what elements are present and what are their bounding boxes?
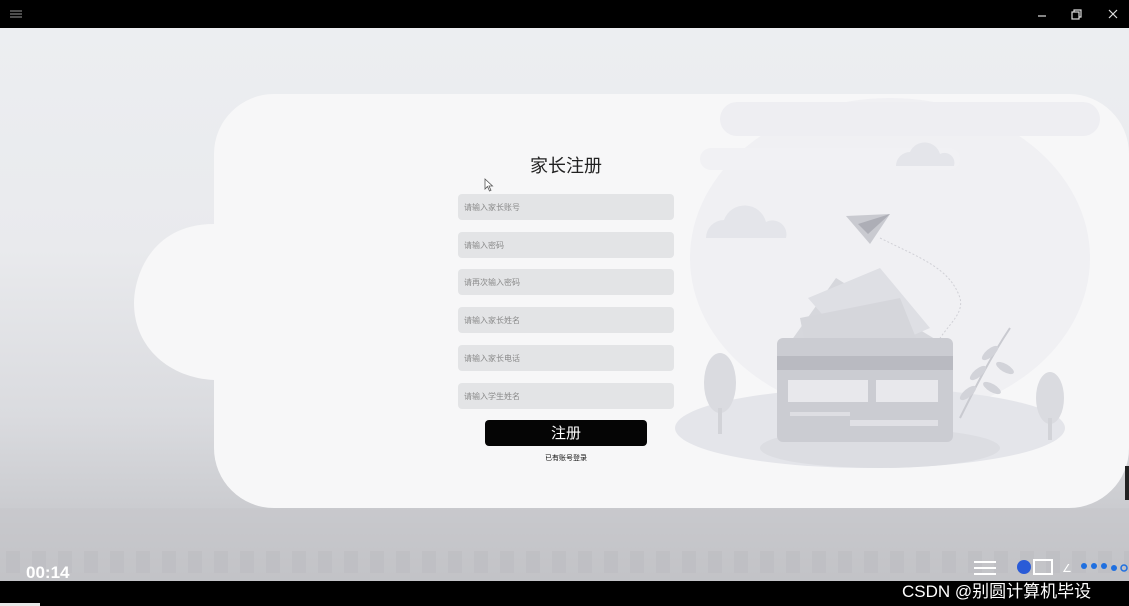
strip-segment: [344, 551, 358, 573]
password-input[interactable]: [458, 232, 674, 258]
strip-segment: [292, 551, 306, 573]
strip-segment: [578, 551, 592, 573]
strip-segment: [162, 551, 176, 573]
strip-segment: [656, 551, 670, 573]
strip-segment: [500, 551, 514, 573]
strip-segment: [682, 551, 696, 573]
strip-segment: [812, 551, 826, 573]
strip-segment: [422, 551, 436, 573]
minimize-icon[interactable]: [1032, 4, 1054, 24]
window-titlebar: [0, 0, 1129, 28]
form-title: 家长注册: [530, 156, 602, 177]
restore-icon[interactable]: [1066, 4, 1088, 24]
login-link[interactable]: 已有账号登录: [485, 453, 647, 463]
app-badge-icon[interactable]: [1016, 556, 1056, 578]
confirm-password-input[interactable]: [458, 269, 674, 295]
student-name-input[interactable]: [458, 383, 674, 409]
playback-time: 00:14: [26, 563, 70, 582]
mouse-cursor-icon: [484, 178, 494, 192]
strip-segment: [734, 551, 748, 573]
watermark: CSDN @别圆计算机毕设: [902, 582, 1092, 601]
strip-segment: [188, 551, 202, 573]
strip-segment: [110, 551, 124, 573]
strip-segment: [136, 551, 150, 573]
strip-segment: [838, 551, 852, 573]
strip-segment: [526, 551, 540, 573]
strip-segment: [84, 551, 98, 573]
strip-segment: [760, 551, 774, 573]
strip-segment: [474, 551, 488, 573]
svg-text:∠: ∠: [1062, 562, 1072, 575]
parent-name-input[interactable]: [458, 307, 674, 333]
strip-segment: [396, 551, 410, 573]
strip-segment: [266, 551, 280, 573]
strip-segment: [552, 551, 566, 573]
video-frame: 家长注册 注册 已有账号登录: [0, 28, 1129, 581]
strip-segment: [214, 551, 228, 573]
parent-phone-input[interactable]: [458, 345, 674, 371]
parent-account-input[interactable]: [458, 194, 674, 220]
strip-segment: [708, 551, 722, 573]
background-illustration: [0, 94, 1129, 581]
hamburger-icon[interactable]: [8, 5, 26, 23]
strip-segment: [630, 551, 644, 573]
strip-segment: [604, 551, 618, 573]
strip-segment: [370, 551, 384, 573]
strip-segment: [448, 551, 462, 573]
strip-segment: [6, 551, 20, 573]
strip-segment: [864, 551, 878, 573]
side-scroll-handle[interactable]: [1125, 466, 1129, 500]
strip-segment: [916, 551, 930, 573]
register-button[interactable]: 注册: [485, 420, 647, 446]
strip-segment: [942, 551, 956, 573]
strip-segment: [318, 551, 332, 573]
strip-segment: [786, 551, 800, 573]
strip-segment: [890, 551, 904, 573]
toolbar-icons[interactable]: ∠: [1062, 556, 1128, 578]
close-icon[interactable]: [1102, 4, 1124, 24]
playlist-icon[interactable]: [972, 556, 998, 578]
strip-segment: [240, 551, 254, 573]
